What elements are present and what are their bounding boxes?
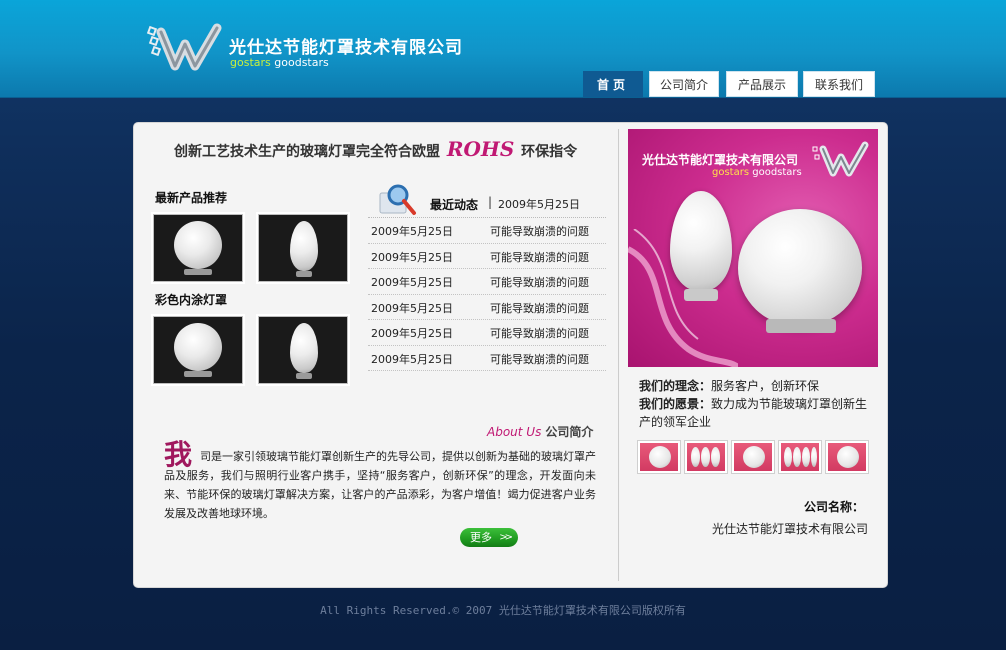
- news-item[interactable]: 2009年5月25日 可能导致崩溃的问题: [368, 269, 606, 295]
- color-coated-title: 彩色内涂灯罩: [155, 293, 228, 307]
- slogan-before: 创新工艺技术生产的玻璃灯罩完全符合欧盟: [174, 144, 440, 160]
- banner-egg-base: [684, 289, 718, 301]
- mini-product-thumb[interactable]: [779, 441, 821, 473]
- promo-banner: 光仕达节能灯罩技术有限公司 gostars goodstars: [628, 129, 878, 367]
- more-button[interactable]: 更多 >>: [460, 528, 518, 547]
- news-item[interactable]: 2009年5月25日 可能导致崩溃的问题: [368, 346, 606, 371]
- nav-products[interactable]: 产品展示: [726, 71, 798, 97]
- product-thumb-egg-2[interactable]: [258, 316, 348, 384]
- news-date: 2009年5月25日: [371, 250, 453, 264]
- news-label: 最近动态: [430, 198, 479, 212]
- brand-goodstars: goodstars: [274, 56, 329, 69]
- news-item[interactable]: 2009年5月25日 可能导致崩溃的问题: [368, 218, 606, 244]
- news-title[interactable]: 可能导致崩溃的问题: [490, 325, 589, 341]
- banner-brand: gostars goodstars: [712, 167, 802, 178]
- brand-tagline: gostars goodstars: [230, 56, 329, 69]
- mini-product-thumb[interactable]: [732, 441, 774, 473]
- news-title[interactable]: 可能导致崩溃的问题: [490, 351, 589, 367]
- brand-gostars: gostars: [230, 56, 271, 69]
- company-philosophy: 我们的理念：服务客户，创新环保 我们的愿景：致力成为节能玻璃灯罩创新生产的领军企…: [639, 377, 874, 431]
- news-date: 2009年5月25日: [371, 352, 453, 366]
- magnifier-icon: [379, 184, 416, 215]
- about-paragraph: 司是一家引领玻璃节能灯罩创新生产的先导公司，提供以创新为基础的玻璃灯罩产品及服务…: [164, 450, 596, 520]
- news-header: 最近动态 | 2009年5月25日: [378, 183, 606, 215]
- about-title: About Us 公司简介: [487, 423, 593, 440]
- nav-home[interactable]: 首页: [583, 71, 643, 97]
- banner-ball-lamp: [738, 209, 862, 327]
- mini-product-thumb[interactable]: [638, 441, 680, 473]
- news-latest-date: 2009年5月25日: [498, 198, 580, 211]
- news-item[interactable]: 2009年5月25日 可能导致崩溃的问题: [368, 320, 606, 346]
- news-title[interactable]: 可能导致崩溃的问题: [490, 223, 589, 239]
- new-products-title: 最新产品推荐: [155, 191, 228, 205]
- about-title-cn: 公司简介: [545, 425, 594, 439]
- rohs-slogan: 创新工艺技术生产的玻璃灯罩完全符合欧盟 ROHS 环保指令: [174, 137, 577, 161]
- news-date: 2009年5月25日: [371, 225, 453, 238]
- footer-copyright: All Rights Reserved.© 2007 光仕达节能灯罩技术有限公司…: [320, 604, 686, 617]
- banner-egg-lamp: [670, 191, 732, 291]
- banner-ball-base: [766, 319, 836, 333]
- idea-label: 我们的理念：: [639, 379, 712, 393]
- news-date: 2009年5月25日: [371, 276, 453, 289]
- column-divider: [618, 129, 619, 581]
- news-date: 2009年5月25日: [371, 301, 453, 315]
- banner-brand-gostars: gostars: [712, 167, 750, 178]
- product-thumb-egg-1[interactable]: [258, 214, 348, 282]
- nav-about[interactable]: 公司简介: [649, 71, 719, 97]
- news-date: 2009年5月25日: [371, 327, 453, 340]
- site-title: 光仕达节能灯罩技术有限公司: [229, 38, 463, 58]
- company-name: 光仕达节能灯罩技术有限公司: [712, 522, 869, 536]
- product-thumb-ball-1[interactable]: [153, 214, 243, 282]
- news-item[interactable]: 2009年5月25日 可能导致崩溃的问题: [368, 295, 606, 320]
- news-list: 2009年5月25日 可能导致崩溃的问题 2009年5月25日 可能导致崩溃的问…: [368, 217, 606, 371]
- mini-product-thumb[interactable]: [826, 441, 868, 473]
- company-name-label: 公司名称：: [804, 500, 865, 514]
- product-thumb-ball-2[interactable]: [153, 316, 243, 384]
- mini-product-thumb[interactable]: [685, 441, 727, 473]
- site-header: 光仕达节能灯罩技术有限公司 gostars goodstars 首页 公司简介 …: [0, 0, 1006, 98]
- slogan-after: 环保指令: [521, 144, 578, 160]
- news-separator: |: [488, 195, 493, 209]
- nav-contact[interactable]: 联系我们: [803, 71, 875, 97]
- more-label: 更多: [470, 531, 492, 544]
- mini-product-strip: [638, 441, 878, 473]
- news-title[interactable]: 可能导致崩溃的问题: [490, 300, 589, 316]
- logo-icon: [146, 23, 222, 71]
- content-panel: 创新工艺技术生产的玻璃灯罩完全符合欧盟 ROHS 环保指令 最新产品推荐 彩色内…: [133, 122, 888, 588]
- news-title[interactable]: 可能导致崩溃的问题: [490, 249, 589, 265]
- news-item[interactable]: 2009年5月25日 可能导致崩溃的问题: [368, 244, 606, 269]
- double-chevron-icon: >>: [499, 532, 513, 543]
- idea-text: 服务客户，创新环保: [711, 379, 820, 393]
- about-title-en: About Us: [487, 425, 542, 439]
- banner-title: 光仕达节能灯罩技术有限公司: [642, 153, 799, 167]
- banner-logo-icon: [812, 141, 869, 177]
- news-title[interactable]: 可能导致崩溃的问题: [490, 274, 589, 290]
- slogan-rohs: ROHS: [446, 137, 515, 161]
- banner-brand-goodstars: goodstars: [752, 167, 802, 178]
- vision-label: 我们的愿景：: [639, 397, 712, 411]
